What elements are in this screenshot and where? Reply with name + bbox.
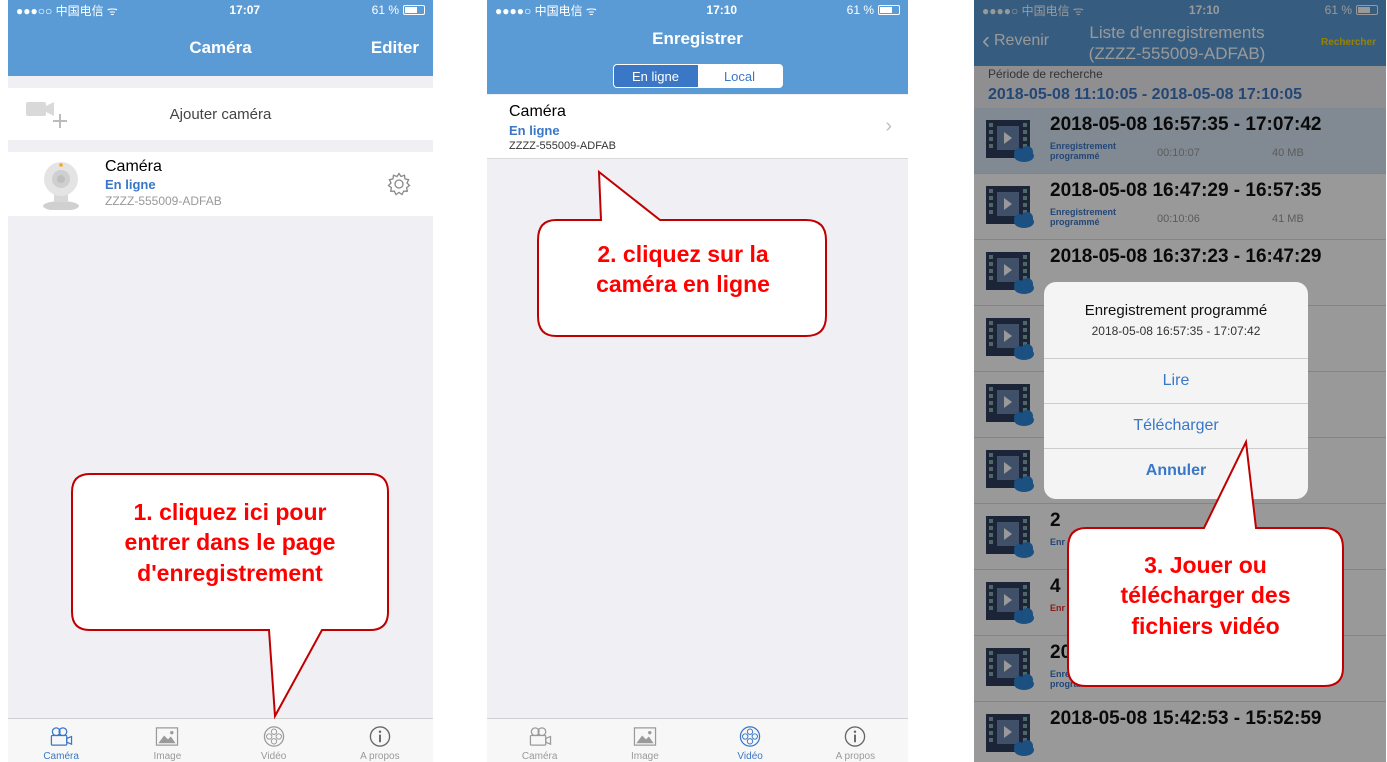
battery-status: 61 % xyxy=(847,3,900,17)
tab-video[interactable]: Vidéo xyxy=(698,719,803,762)
callout-text: 1. cliquez ici pour entrer dans le page … xyxy=(70,497,390,588)
battery-percent: 61 % xyxy=(371,3,399,17)
camera-list-screen: ●●●○○ 中国电信 ᯤ 17:07 61 % Caméra Editer Aj… xyxy=(8,0,433,762)
edit-button[interactable]: Editer xyxy=(371,38,419,58)
callout-step-1: 1. cliquez ici pour entrer dans le page … xyxy=(70,472,390,720)
tab-image[interactable]: Image xyxy=(592,719,697,762)
camera-id: ZZZZ-555009-ADFAB xyxy=(105,194,222,208)
add-camera-label: Ajouter caméra xyxy=(169,105,272,123)
info-icon xyxy=(845,726,866,747)
camera-name: Caméra xyxy=(509,103,566,120)
tab-label: Image xyxy=(630,751,659,762)
tab-bar: Caméra Image Vidéo A propos xyxy=(8,718,433,762)
callout-step-2: 2. cliquez sur la caméra en ligne xyxy=(536,169,831,340)
clock: 17:10 xyxy=(706,3,738,17)
camera-icon xyxy=(50,727,73,746)
add-camera-row[interactable]: Ajouter caméra xyxy=(8,88,433,140)
camera-status: En ligne xyxy=(105,177,156,192)
carrier-label: ●●●○○ 中国电信 ᯤ xyxy=(16,3,118,18)
tab-label: Vidéo xyxy=(737,751,763,762)
nav-bar: Enregistrer xyxy=(487,20,908,58)
tab-label: Caméra xyxy=(521,751,558,762)
battery-icon xyxy=(403,5,425,15)
status-bar: ●●●○○ 中国电信 ᯤ 17:07 61 % xyxy=(8,0,433,20)
callout-line: 2. cliquez sur la xyxy=(597,241,769,267)
camera-status: En ligne xyxy=(509,123,560,138)
dialog-subtitle: 2018-05-08 16:57:35 - 17:07:42 xyxy=(1091,324,1261,338)
camera-row[interactable]: Caméra En ligne ZZZZ-555009-ADFAB xyxy=(8,152,433,216)
callout-line: 1. cliquez ici pour xyxy=(133,499,327,525)
info-icon xyxy=(369,726,391,747)
image-icon xyxy=(633,727,657,746)
video-icon xyxy=(263,726,284,747)
tab-bar: Caméra Image Vidéo A propos xyxy=(487,718,908,762)
clock: 17:07 xyxy=(229,3,261,17)
camera-id: ZZZZ-555009-ADFAB xyxy=(509,140,616,152)
tab-label: Vidéo xyxy=(260,751,287,762)
add-camera-icon xyxy=(26,102,67,128)
tab-label: Caméra xyxy=(43,751,79,762)
callout-line: 3. Jouer ou xyxy=(1144,552,1267,578)
camera-icon xyxy=(529,727,551,746)
tab-label: A propos xyxy=(360,751,400,762)
header: ●●●●○ 中国电信 ᯤ 17:10 61 % Enregistrer xyxy=(487,0,908,58)
callout-line: télécharger des xyxy=(1120,582,1291,609)
battery-status: 61 % xyxy=(372,3,425,17)
battery-icon xyxy=(878,5,900,15)
segment-online[interactable]: En ligne xyxy=(613,65,698,87)
callout-line: fichiers vidéo xyxy=(1131,612,1280,639)
battery-percent: 61 % xyxy=(846,3,874,17)
chevron-right-icon: › xyxy=(885,115,892,137)
webcam-icon xyxy=(43,162,79,210)
callout-text: 2. cliquez sur la caméra en ligne xyxy=(536,239,830,300)
callout-line: caméra en ligne xyxy=(596,271,770,298)
play-button[interactable]: Lire xyxy=(1044,358,1308,403)
tab-label: A propos xyxy=(835,751,876,762)
callout-line: entrer dans le page xyxy=(124,529,336,556)
camera-row[interactable]: Caméra En ligne ZZZZ-555009-ADFAB › xyxy=(487,95,908,159)
camera-name: Caméra xyxy=(105,158,162,175)
image-icon xyxy=(156,727,179,746)
callout-text: 3. Jouer ou télécharger des fichiers vid… xyxy=(1066,550,1345,641)
recording-list-screen: ●●●●○ 中国电信 ᯤ 17:10 61 % ‹ Revenir Liste … xyxy=(974,0,1386,762)
dialog-title: Enregistrement programmé xyxy=(1084,302,1268,319)
dialog-spacer xyxy=(1044,338,1308,358)
video-icon xyxy=(739,726,761,747)
tab-video[interactable]: Vidéo xyxy=(221,719,327,762)
header: ●●●○○ 中国电信 ᯤ 17:07 61 % Caméra Editer xyxy=(8,0,433,76)
callout-step-3: 3. Jouer ou télécharger des fichiers vid… xyxy=(1066,438,1348,690)
segment-group: En ligne Local xyxy=(612,64,783,88)
tab-camera[interactable]: Caméra xyxy=(487,719,592,762)
gear-icon[interactable] xyxy=(387,172,411,196)
segment-local[interactable]: Local xyxy=(697,65,782,87)
tab-about[interactable]: A propos xyxy=(327,719,433,762)
callout-line: d'enregistrement xyxy=(137,559,323,586)
tab-image[interactable]: Image xyxy=(114,719,220,762)
tab-about[interactable]: A propos xyxy=(803,719,908,762)
tab-camera[interactable]: Caméra xyxy=(8,719,114,762)
nav-bar: Caméra Editer xyxy=(8,20,433,76)
tab-label: Image xyxy=(153,751,182,762)
recording-screen: ●●●●○ 中国电信 ᯤ 17:10 61 % Enregistrer En l… xyxy=(487,0,908,762)
page-title: Enregistrer xyxy=(652,29,743,48)
page-title: Caméra xyxy=(189,38,252,57)
segmented-control: En ligne Local xyxy=(487,58,908,94)
status-bar: ●●●●○ 中国电信 ᯤ 17:10 61 % xyxy=(487,0,908,20)
carrier-label: ●●●●○ 中国电信 ᯤ xyxy=(495,3,597,18)
